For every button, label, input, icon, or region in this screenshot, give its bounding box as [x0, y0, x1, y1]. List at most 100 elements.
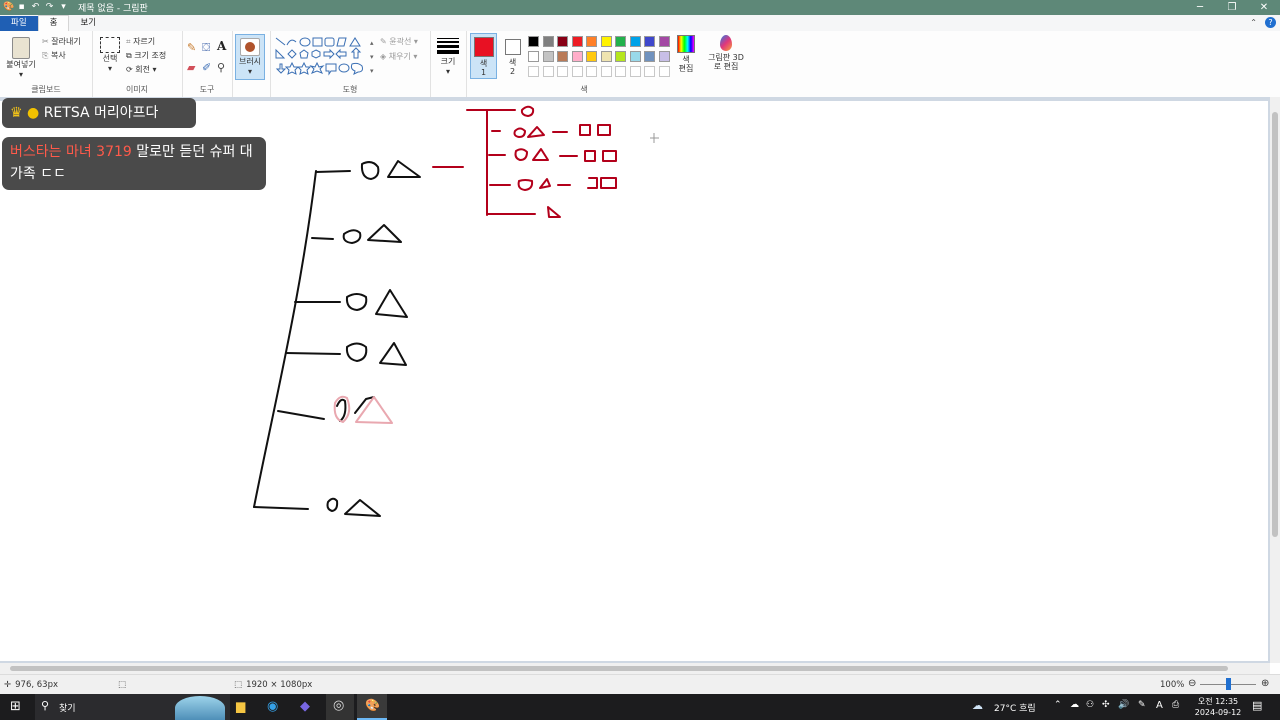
- palette-swatch[interactable]: [528, 36, 539, 47]
- palette-swatch[interactable]: [557, 36, 568, 47]
- paint3d-button[interactable]: 그림판 3D로 편집: [706, 35, 746, 71]
- custom-color-slot[interactable]: [600, 66, 612, 77]
- cut-button[interactable]: ✂ 잘라내기: [42, 36, 81, 47]
- ime-indicator[interactable]: A: [1156, 700, 1163, 711]
- size-group: 크기 ▾: [430, 31, 467, 97]
- custom-color-slot[interactable]: [615, 66, 626, 77]
- palette-swatch[interactable]: [658, 51, 670, 62]
- color-picker-icon[interactable]: ✐: [202, 61, 211, 74]
- cursor-position: 976, 63px: [15, 680, 58, 690]
- rotate-icon: ⟳: [126, 65, 133, 74]
- chrome-taskbar-button[interactable]: ◎: [326, 694, 354, 720]
- palette-swatch[interactable]: [615, 36, 626, 47]
- palette-swatch[interactable]: [586, 36, 597, 47]
- copy-button[interactable]: ⎘ 복사: [42, 50, 66, 61]
- color1-label: 색 1: [479, 59, 488, 77]
- palette-swatch[interactable]: [571, 36, 583, 47]
- palette-swatch[interactable]: [586, 51, 597, 62]
- minimize-button[interactable]: ─: [1184, 0, 1216, 15]
- color2-button[interactable]: 색 2: [499, 33, 526, 79]
- shapes-gallery[interactable]: ▴ ▾ ▾: [274, 36, 378, 78]
- palette-swatch[interactable]: [600, 36, 612, 47]
- brushes-button[interactable]: 브러시 ▾: [235, 34, 265, 80]
- collapse-ribbon-icon[interactable]: ⌃: [1250, 18, 1257, 27]
- volume-icon[interactable]: 🔊: [1118, 700, 1129, 710]
- chat-highlight-text: 버스타는 마녀 3719: [10, 144, 132, 160]
- pen-icon[interactable]: ✎: [1138, 700, 1146, 710]
- edit-colors-button[interactable]: 색 편집: [672, 35, 700, 73]
- crop-button[interactable]: ⌗ 자르기: [126, 36, 155, 47]
- eraser-icon[interactable]: ▰: [187, 61, 195, 74]
- palette-swatch[interactable]: [644, 51, 655, 62]
- palette-swatch[interactable]: [542, 36, 554, 47]
- custom-color-slot[interactable]: [557, 66, 568, 77]
- palette-swatch[interactable]: [600, 51, 612, 62]
- palette-swatch[interactable]: [557, 51, 568, 62]
- custom-color-slot[interactable]: [542, 66, 554, 77]
- palette-swatch[interactable]: [644, 36, 655, 47]
- palette-swatch[interactable]: [615, 51, 626, 62]
- fill-button[interactable]: ◈ 채우기 ▾: [380, 51, 417, 62]
- palette-swatch[interactable]: [542, 51, 554, 62]
- close-button[interactable]: ✕: [1248, 0, 1280, 15]
- color1-button[interactable]: 색 1: [470, 33, 497, 79]
- onedrive-icon[interactable]: ☁: [1070, 700, 1079, 710]
- size-button[interactable]: 크기 ▾: [434, 36, 462, 76]
- palette-swatch[interactable]: [629, 36, 641, 47]
- palette-swatch[interactable]: [658, 36, 670, 47]
- palette-swatch[interactable]: [528, 51, 539, 62]
- custom-color-slot[interactable]: [586, 66, 597, 77]
- svg-text:▾: ▾: [370, 53, 374, 61]
- zoom-in-button[interactable]: ⊕: [1261, 678, 1269, 689]
- bluetooth-icon[interactable]: ✣: [1102, 700, 1110, 710]
- media-app-icon[interactable]: ◆: [300, 699, 310, 714]
- tab-home[interactable]: 홈: [37, 15, 70, 31]
- help-icon[interactable]: ?: [1265, 17, 1276, 28]
- custom-color-slot[interactable]: [644, 66, 655, 77]
- tab-file[interactable]: 파일: [0, 16, 38, 31]
- horizontal-scroll-thumb[interactable]: [10, 666, 1228, 671]
- quick-access-toolbar: 🎨 ▪ ↶ ↷ ▾: [0, 3, 68, 12]
- vertical-scroll-thumb[interactable]: [1272, 112, 1278, 537]
- save-icon[interactable]: ▪: [17, 3, 26, 12]
- file-explorer-icon[interactable]: ▆: [236, 699, 245, 713]
- image-group-label: 이미지: [125, 85, 149, 94]
- paste-button[interactable]: 붙여넣기 ▾: [4, 35, 38, 79]
- rotate-button[interactable]: ⟳ 회전 ▾: [126, 64, 157, 75]
- paint-taskbar-button[interactable]: 🎨: [357, 694, 387, 720]
- weather-cloud-icon: ☁: [972, 699, 983, 712]
- colors-group-label: 색: [580, 85, 588, 94]
- network-icon[interactable]: ⚇: [1086, 700, 1094, 710]
- custom-color-slot[interactable]: [528, 66, 539, 77]
- undo-icon[interactable]: ↶: [31, 3, 40, 12]
- maximize-button[interactable]: ❐: [1216, 0, 1248, 15]
- edge-browser-icon[interactable]: ◉: [267, 699, 278, 714]
- outline-button[interactable]: ✎ 윤곽선 ▾: [380, 36, 418, 47]
- custom-color-slot[interactable]: [629, 66, 641, 77]
- customize-dropdown-icon[interactable]: ▾: [59, 3, 68, 12]
- palette-swatch[interactable]: [629, 51, 641, 62]
- zoom-out-button[interactable]: ⊖: [1188, 678, 1196, 689]
- cut-label: 잘라내기: [51, 37, 81, 46]
- tab-view[interactable]: 보기: [69, 16, 107, 31]
- windows-start-icon[interactable]: ⊞: [10, 699, 21, 714]
- pencil-icon[interactable]: ✎: [187, 41, 196, 54]
- resize-icon: ⧉: [126, 51, 132, 60]
- custom-color-slot[interactable]: [571, 66, 583, 77]
- search-placeholder: 찾기: [59, 704, 76, 714]
- palette-swatch[interactable]: [571, 51, 583, 62]
- select-button[interactable]: 선택 ▾: [98, 37, 122, 73]
- printer-icon[interactable]: ⎙: [1172, 700, 1179, 710]
- redo-icon[interactable]: ↷: [45, 3, 54, 12]
- outline-icon: ✎: [380, 37, 387, 46]
- clock[interactable]: 오전 12:35 2024-09-12: [1192, 696, 1244, 718]
- show-hidden-icons[interactable]: ⌃: [1054, 700, 1062, 710]
- fill-bucket-icon[interactable]: ⛋: [202, 41, 210, 55]
- taskbar-search-box[interactable]: ⚲ 찾기: [35, 694, 230, 720]
- custom-color-slot[interactable]: [658, 66, 670, 77]
- notification-icon[interactable]: ▤: [1252, 699, 1262, 712]
- text-tool-icon[interactable]: A: [217, 39, 226, 53]
- magnifier-icon[interactable]: ⚲: [217, 61, 225, 74]
- zoom-slider-thumb[interactable]: [1225, 678, 1231, 690]
- resize-button[interactable]: ⧉ 크기 조정: [126, 50, 166, 61]
